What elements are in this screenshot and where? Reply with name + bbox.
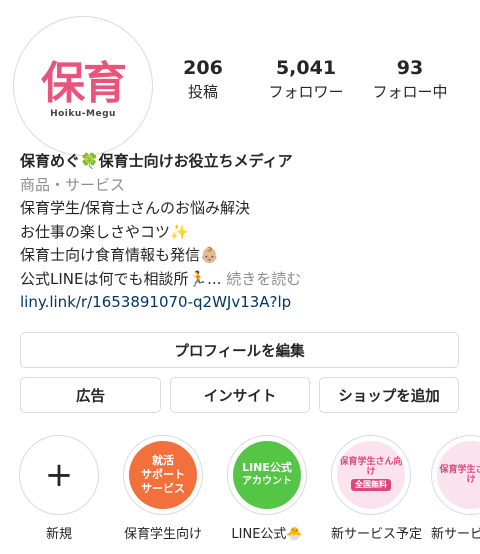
edit-profile-button[interactable]: プロフィールを編集 xyxy=(20,332,459,368)
highlight-cover[interactable]: 保育学生さん向け 全国無料 xyxy=(331,435,411,515)
cover-text-line: LINE公式 xyxy=(242,461,292,474)
logo-sub-text: Hoiku-Megu xyxy=(50,109,116,119)
profile-category[interactable]: 商品・サービス xyxy=(20,174,470,198)
highlight-cover-image: 保育学生さん向け 全国無料 xyxy=(337,441,405,509)
highlight-cover[interactable]: 保育学生さん向け xyxy=(431,435,480,515)
highlight-label: 保育学生向け xyxy=(123,527,202,542)
highlight-students[interactable]: 就活 サポート サービス 保育学生向け xyxy=(123,435,203,542)
highlight-cover[interactable]: LINE公式 アカウント xyxy=(227,435,307,515)
profile-name: 保育めぐ🍀保育士向けお役立ちメディア xyxy=(20,152,293,170)
stat-posts[interactable]: 206 投稿 xyxy=(163,56,243,102)
bio-line-2: お仕事の楽しさやコツ✨ xyxy=(20,222,189,241)
highlight-cover-image: 保育学生さん向け xyxy=(437,441,480,509)
cover-text-line: 就活 xyxy=(152,454,174,467)
bio-line-4: 公式LINEは何でも相談所🏃... 続きを読む xyxy=(20,268,470,292)
highlight-new[interactable]: + 新規 xyxy=(19,435,99,542)
cover-text-line: 全国無料 xyxy=(351,479,391,491)
highlight-label: LINE公式🐣 xyxy=(231,527,303,542)
bio-link[interactable]: liny.link/r/1653891070-q2WJv13A?lp xyxy=(20,291,470,315)
stat-posts-count: 206 xyxy=(183,57,223,79)
bio-line-3: 保育士向け食育情報も発信👶🏼 xyxy=(20,246,219,264)
cover-text-line: サポート xyxy=(141,468,185,481)
stat-following[interactable]: 93 フォロー中 xyxy=(362,56,458,102)
read-more-link[interactable]: 続きを読む xyxy=(226,270,301,288)
profile-bio: 保育めぐ🍀保育士向けお役立ちメディア 商品・サービス 保育学生/保育士さんのお悩… xyxy=(20,150,470,315)
ads-button[interactable]: 広告 xyxy=(20,377,161,413)
highlight-new-service-2[interactable]: 保育学生さん向け 新サービ xyxy=(431,435,480,542)
highlight-label: 新サービス予定 xyxy=(331,527,423,542)
stat-followers-label: フォロワー xyxy=(268,83,344,101)
plus-icon: + xyxy=(44,455,74,495)
profile-avatar[interactable]: 保育 Hoiku-Megu xyxy=(13,16,153,156)
cover-text-line: サービス xyxy=(141,482,185,495)
highlight-cover-image: LINE公式 アカウント xyxy=(233,441,301,509)
highlight-label: 新サービ xyxy=(431,527,480,542)
bio-line-1: 保育学生/保育士さんのお悩み解決 xyxy=(20,199,251,217)
avatar-logo: 保育 Hoiku-Megu xyxy=(22,25,144,147)
highlight-line-official[interactable]: LINE公式 アカウント LINE公式🐣 xyxy=(227,435,307,542)
stat-following-count: 93 xyxy=(396,57,424,79)
logo-main-text: 保育 xyxy=(41,58,127,109)
cover-text-line: 保育学生さん向け xyxy=(439,465,480,485)
highlight-label: 新規 xyxy=(45,527,72,542)
add-shop-button[interactable]: ショップを追加 xyxy=(319,377,459,413)
bio-line-4-text: 公式LINEは何でも相談所🏃... xyxy=(20,269,222,288)
highlight-cover[interactable]: 就活 サポート サービス xyxy=(123,435,203,515)
highlight-new-service[interactable]: 保育学生さん向け 全国無料 新サービス予定 xyxy=(331,435,423,542)
highlight-new-circle[interactable]: + xyxy=(19,435,99,515)
insights-button[interactable]: インサイト xyxy=(170,377,310,413)
cover-text-line: 保育学生さん向け xyxy=(339,457,403,477)
stat-following-label: フォロー中 xyxy=(372,83,448,101)
highlight-cover-image: 就活 サポート サービス xyxy=(129,441,197,509)
stat-followers[interactable]: 5,041 フォロワー xyxy=(258,56,354,102)
stat-posts-label: 投稿 xyxy=(187,83,218,101)
cover-text-line: アカウント xyxy=(242,476,292,487)
stat-followers-count: 5,041 xyxy=(275,57,337,79)
